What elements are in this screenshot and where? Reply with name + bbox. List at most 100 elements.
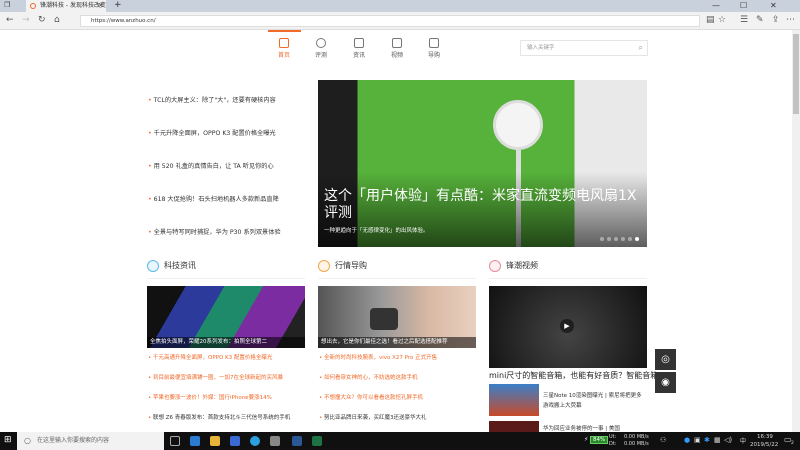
minimize-icon[interactable]: — [712,1,720,10]
notes-icon[interactable]: ✎ [756,15,764,25]
clock-date[interactable]: 2019/5/22 [750,442,778,448]
weibo-share-icon[interactable]: ◎ [655,349,676,370]
scrollbar-thumb[interactable] [793,34,799,114]
search-icon[interactable]: ⌕ [639,41,643,55]
tray-app-icon[interactable]: ● [684,436,690,444]
list-item[interactable]: 千元高通升降全面屏，OPPO K3 配置价格全曝光 [148,353,272,361]
back-icon[interactable]: ← [6,15,14,25]
maximize-icon[interactable]: ☐ [740,1,747,10]
bluetooth-icon[interactable]: ✱ [704,436,710,444]
headline-link[interactable]: 用 520 礼盒的真情告白，让 TA 听见你的心 [148,161,274,170]
refresh-icon[interactable]: ↻ [38,15,46,25]
close-tab-icon[interactable]: × [98,0,103,12]
headline-link[interactable]: TCL的大屏主义：除了"大"，还要有硬核内容 [148,95,276,104]
search-icon: ○ [24,432,31,450]
store-icon[interactable] [230,436,240,446]
search-input[interactable]: 输入关键字 ⌕ [520,40,648,56]
watch-image [370,308,398,330]
video-link[interactable]: 华为回应业务被停的一事 | 美国 [543,424,647,432]
share-icon[interactable]: ⇪ [772,15,780,25]
shopping-image[interactable]: 想出去，它是你们最佳之选！看过之后配选搭配推荐 [318,286,476,348]
section-title-text: 行情导购 [335,261,367,270]
headline-link[interactable]: 618 大促抢购！石头扫地机器人多款新品直降 [148,194,279,203]
list-item[interactable]: 到目前最便宜填满铺一圈，一加7在全球新起的买风暴 [148,373,283,381]
section-title: 科技资讯 [147,260,196,272]
taskbar-search[interactable]: ○在这里输入你要搜索的内容 [17,432,164,450]
hero-subtitle: 一种更趋向于「无感律变化」的出风体验。 [324,226,429,234]
list-item[interactable]: 不想撞大众？你可以看看这款挖孔屏手机 [319,393,423,401]
video-icon [489,260,501,272]
list-item[interactable]: 努比亚品牌日来袭，买红魔3还送豪华大礼 [319,413,427,421]
video-thumbnail[interactable] [489,421,539,432]
favorites-hub-icon[interactable]: ☰ [740,15,748,25]
close-window-icon[interactable]: ✕ [770,1,777,10]
nav-home[interactable]: 首页 [269,38,299,59]
section-title: 锋潮视频 [489,260,538,272]
clock-time[interactable]: 16:39 [757,434,773,440]
nav-shopping[interactable]: 导购 [419,38,449,59]
hero-carousel[interactable]: 这个「用户体验」有点酷：米家直流变频电风扇1X 评测 一种更趋向于「无感律变化」… [318,80,647,247]
headline-link[interactable]: 千元升降全面屏，OPPO K3 配置价格全曝光 [148,128,276,137]
document-icon [354,38,364,48]
divider [147,278,305,279]
windows-start-icon[interactable]: ⊞ [4,435,12,445]
video-title[interactable]: mini尺寸的智能音箱，也能有好音质？智能音箱 [489,370,658,381]
app-icon[interactable] [250,436,260,446]
video-icon [392,38,402,48]
list-item[interactable]: 如何看穿女神的心，不妨选她这款手机 [319,373,418,381]
task-view-icon[interactable] [170,436,180,446]
hero-title[interactable]: 这个「用户体验」有点酷：米家直流变频电风扇1X 评测 [324,188,644,222]
favicon-icon [30,3,36,9]
battery-indicator[interactable]: 84% [590,436,608,444]
power-icon: ⚡ [584,436,588,443]
tab-title: 锋潮科技 - 发现科技改变 [40,2,106,9]
ime-indicator[interactable]: 中 [740,436,746,445]
search-placeholder: 输入关键字 [527,45,555,51]
headline-link[interactable]: 全景与特写同时捕捉，华为 P30 系列双景体验 [148,227,281,236]
reading-icon[interactable]: ▤ [706,15,715,25]
explorer-icon[interactable] [210,436,220,446]
tray-app-icon[interactable]: ▣ [694,436,701,444]
featured-video[interactable]: ▶ [489,286,647,368]
url-input[interactable]: https://www.anzhuo.cn/ [80,15,700,27]
network-icon[interactable]: ▦ [714,436,721,444]
forward-icon[interactable]: → [22,15,30,25]
excel-icon[interactable] [312,436,322,446]
tab-bar: ❐ 锋潮科技 - 发现科技改变× + — ☐ ✕ [0,0,800,12]
more-icon[interactable]: ⋯ [786,15,795,25]
edge-icon[interactable] [190,436,200,446]
active-nav-indicator [268,30,301,32]
section-title-text: 科技资讯 [164,261,196,270]
nav-label: 导购 [428,52,440,59]
browser-tab[interactable]: 锋潮科技 - 发现科技改变× [26,0,106,12]
tab-actions-icon[interactable]: ❐ [4,1,10,9]
people-icon[interactable]: ⚇ [660,436,666,444]
word-icon[interactable] [292,436,302,446]
news-image[interactable]: 全焦拍头面屏，荣耀20系列发布：拍照全球第二 [147,286,305,348]
scrollbar[interactable] [792,30,800,432]
nav-label: 资讯 [353,52,365,59]
list-item[interactable]: 苹果也要涨一波价！外媒：国行iPhone要涨14% [148,393,272,401]
divider [318,278,476,279]
nav-review[interactable]: 评测 [306,38,336,59]
volume-icon[interactable]: ◁) [724,436,732,444]
fan-image [493,100,543,150]
nav-news[interactable]: 资讯 [344,38,374,59]
cart-icon [429,38,439,48]
carousel-dots[interactable] [597,235,639,243]
new-tab-icon[interactable]: + [114,0,122,10]
list-item[interactable]: 全新的时尚科技腕表，vivo X27 Pro 正式开售 [319,353,437,361]
video-thumbnail[interactable] [489,384,539,416]
taskbar: ⊞ ○在这里输入你要搜索的内容 ⚡ 84% Ut: Dt: 0.00 MB/s … [0,432,800,450]
section-title-text: 锋潮视频 [506,261,538,270]
nav-video[interactable]: 视频 [382,38,412,59]
nav-label: 评测 [315,52,327,59]
app-icon[interactable] [270,436,280,446]
video-link[interactable]: 三星Note 10渲染图曝光 | 索尼将把更多游戏搬上大荧幕 [543,391,647,411]
home-icon[interactable]: ⌂ [54,15,60,25]
wechat-share-icon[interactable]: ◉ [655,372,676,393]
favorite-icon[interactable]: ☆ [718,15,726,25]
list-item[interactable]: 联想 Z6 青春版发布：首款支持北斗三代信号系统的手机 [148,413,290,421]
play-icon[interactable]: ▶ [560,319,574,333]
shopping-icon [318,260,330,272]
